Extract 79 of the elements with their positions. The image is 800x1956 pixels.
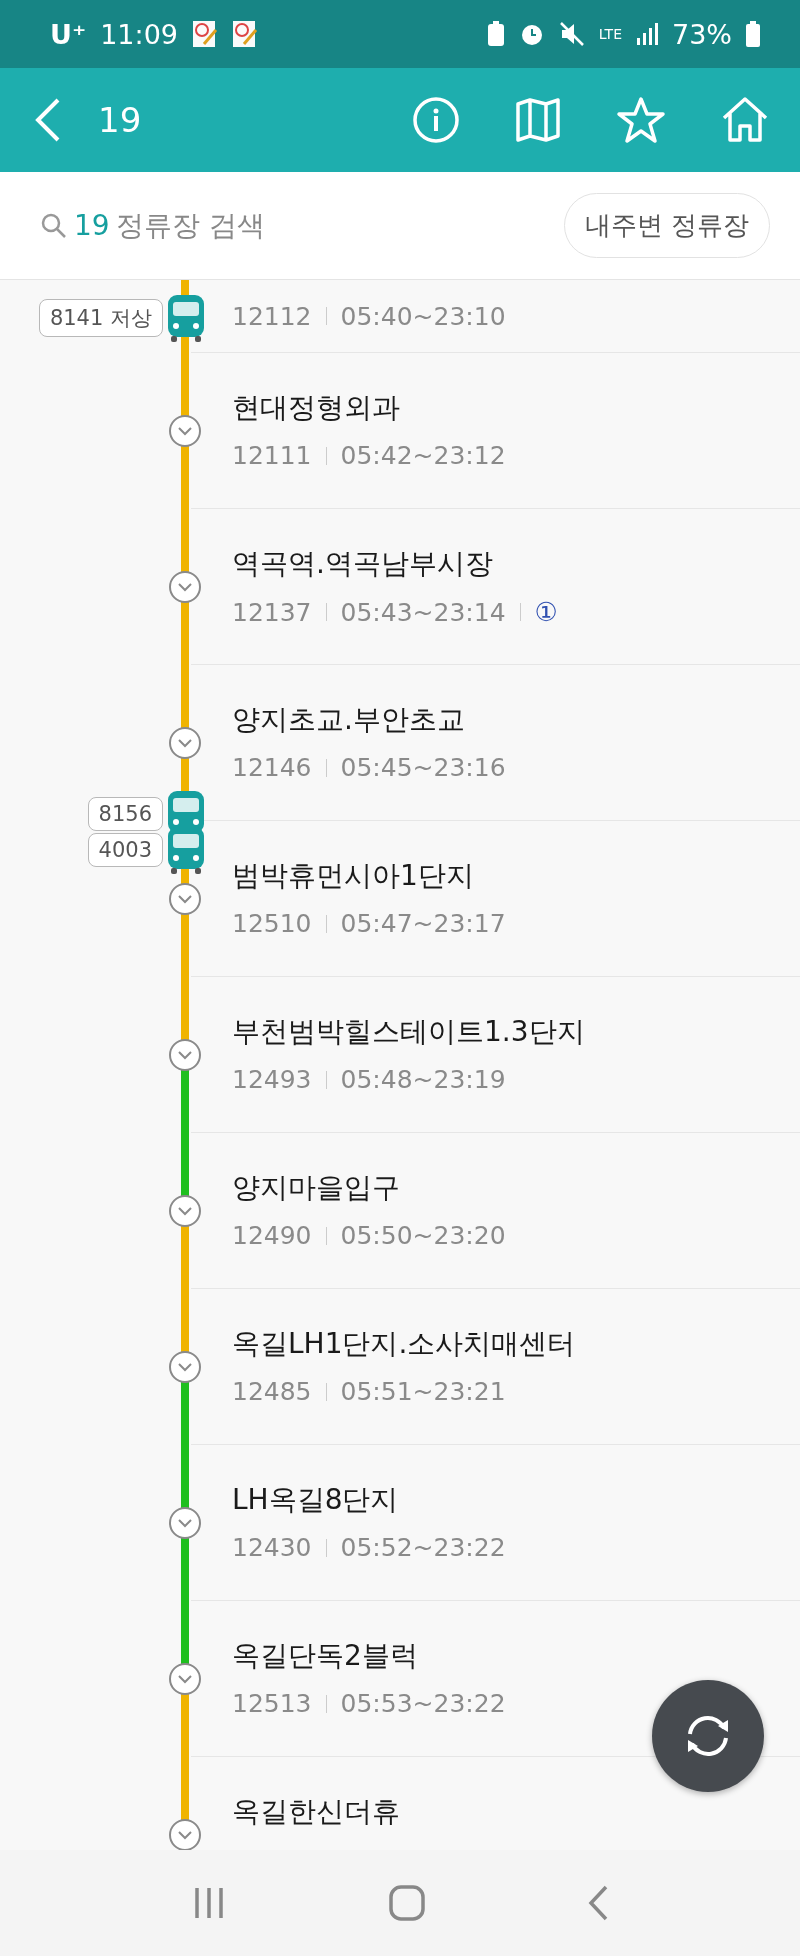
- operating-hours: 05:40~23:10: [340, 301, 506, 331]
- operating-hours: 05:50~23:20: [340, 1221, 506, 1250]
- stop-name[interactable]: 범박휴먼시아1단지: [232, 857, 800, 895]
- stop-code: 12112: [232, 301, 312, 331]
- info-icon: [412, 96, 460, 144]
- battery-icon: [746, 21, 760, 47]
- stop-name[interactable]: 옥길단독2블럭: [232, 1637, 800, 1675]
- chevron-down-icon: [177, 582, 193, 592]
- chevron-down-icon: [177, 1674, 193, 1684]
- expand-stop-button[interactable]: [169, 727, 201, 759]
- stop-code: 12513: [232, 1689, 312, 1718]
- battery-saver-icon: [486, 21, 505, 47]
- stop-name[interactable]: 현대정형외과: [232, 389, 800, 427]
- stop-name[interactable]: 옥길한신더휴: [232, 1793, 800, 1831]
- route-title: 19: [98, 100, 142, 140]
- battery-level: 73%: [672, 18, 732, 50]
- operating-hours: 05:52~23:22: [340, 1533, 506, 1562]
- back-icon: [34, 97, 62, 143]
- stop-name[interactable]: 양지초교.부안초교: [232, 701, 800, 739]
- stop-name[interactable]: 양지마을입구: [232, 1169, 800, 1207]
- stop-search-field[interactable]: 19 정류장 검색: [40, 206, 564, 245]
- search-icon: [40, 211, 68, 240]
- stop-code: 12430: [232, 1533, 312, 1562]
- home-nav-icon: [388, 1884, 426, 1922]
- expand-stop-button[interactable]: [169, 1507, 201, 1539]
- bus-number-tag: 8141 저상: [38, 298, 163, 337]
- chevron-down-icon: [177, 1830, 193, 1840]
- operating-hours: 05:48~23:19: [340, 1065, 506, 1094]
- expand-stop-button[interactable]: [169, 883, 201, 915]
- expand-stop-button[interactable]: [169, 1195, 201, 1227]
- expand-stop-button[interactable]: [169, 1819, 201, 1850]
- chevron-down-icon: [177, 1362, 193, 1372]
- stop-code: 12485: [232, 1377, 312, 1406]
- chevron-down-icon: [177, 1518, 193, 1528]
- chevron-down-icon: [177, 426, 193, 436]
- nearby-stops-button[interactable]: 내주변 정류장: [563, 193, 770, 258]
- operating-hours: 05:43~23:14: [340, 597, 506, 627]
- stop-name[interactable]: 역곡역.역곡남부시장: [232, 545, 800, 583]
- stop-code: 12493: [232, 1065, 312, 1094]
- expand-stop-button[interactable]: [169, 1039, 201, 1071]
- bus-icon: [167, 292, 205, 343]
- stop-name[interactable]: 부천범박힐스테이트1.3단지: [232, 1013, 800, 1051]
- search-placeholder: 정류장 검색: [115, 207, 265, 244]
- home-icon: [720, 96, 770, 144]
- operating-hours: 05:51~23:21: [340, 1377, 506, 1406]
- chevron-down-icon: [177, 738, 193, 748]
- operating-hours: 05:47~23:17: [340, 909, 506, 938]
- stop-code: 12490: [232, 1221, 312, 1250]
- network-type: LTE: [598, 26, 622, 42]
- bus-number-tag: 8156: [87, 797, 163, 831]
- expand-stop-button[interactable]: [169, 415, 201, 447]
- stop-name[interactable]: 옥길LH1단지.소사치매센터: [232, 1325, 800, 1363]
- operating-hours: 05:53~23:22: [340, 1689, 506, 1718]
- route-number: 19: [74, 209, 110, 242]
- subway-line-number: ①: [534, 597, 558, 627]
- expand-stop-button[interactable]: [169, 571, 201, 603]
- clock: 11:09: [100, 18, 178, 50]
- carrier: U⁺: [50, 18, 87, 50]
- operating-hours: 05:42~23:12: [340, 441, 506, 470]
- operating-hours: 05:45~23:16: [340, 753, 506, 782]
- stop-code: 12510: [232, 909, 312, 938]
- back-icon: [587, 1884, 610, 1922]
- expand-stop-button[interactable]: [169, 1351, 201, 1383]
- chevron-down-icon: [177, 894, 193, 904]
- stop-name[interactable]: LH옥길8단지: [232, 1481, 800, 1519]
- stop-code: 12111: [232, 441, 312, 470]
- expand-stop-button[interactable]: [169, 1663, 201, 1695]
- mute-icon: [558, 21, 585, 47]
- note-icon: [232, 20, 258, 48]
- star-icon: [616, 96, 666, 144]
- refresh-button[interactable]: [652, 1680, 764, 1792]
- chevron-down-icon: [177, 1206, 193, 1216]
- note-icon: [192, 20, 218, 48]
- signal-icon: [636, 22, 658, 46]
- stop-code: 12146: [232, 753, 312, 782]
- map-icon: [514, 96, 562, 144]
- stop-code: 12137: [232, 597, 312, 627]
- chevron-down-icon: [177, 1050, 193, 1060]
- bus-number-tag: 4003: [87, 833, 163, 867]
